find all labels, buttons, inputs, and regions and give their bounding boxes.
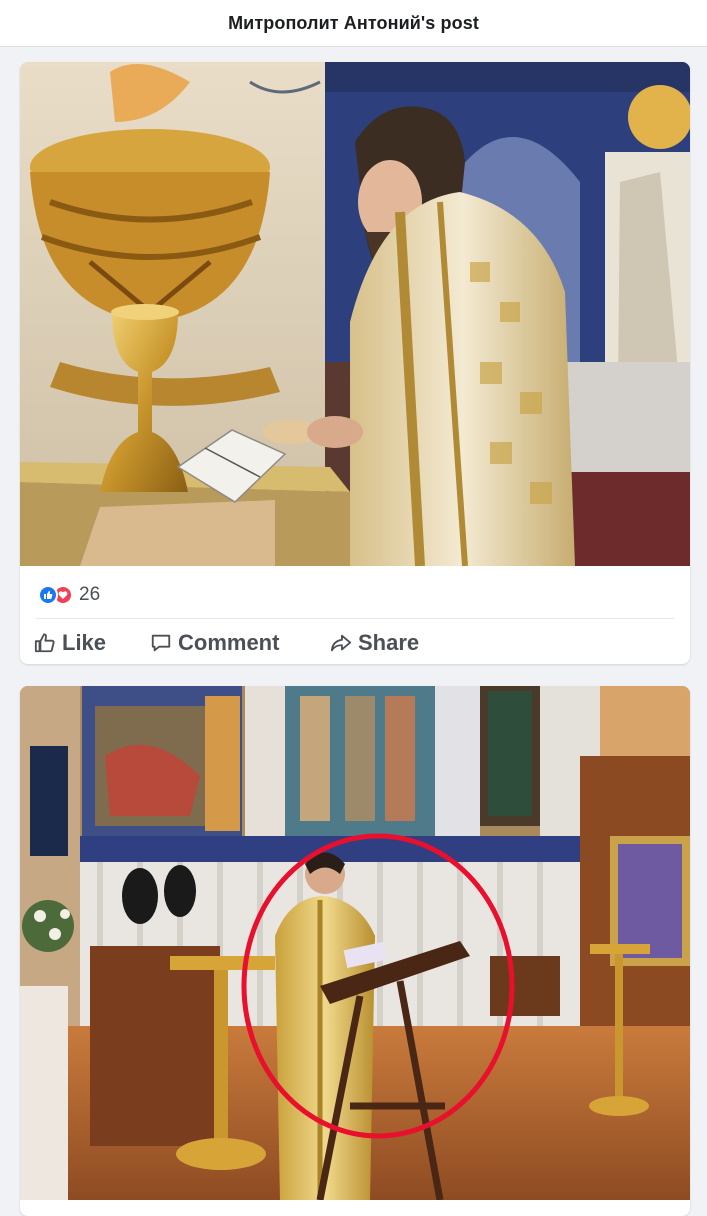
like-button[interactable]: Like	[34, 623, 106, 663]
share-label: Share	[358, 630, 420, 655]
post-photo[interactable]	[20, 62, 690, 566]
post-card: 26 Like Comment Share	[20, 62, 690, 664]
post-photo[interactable]	[20, 686, 690, 1200]
comment-label: Comment	[178, 630, 280, 655]
post-card	[20, 686, 690, 1216]
share-button[interactable]: Share	[330, 623, 419, 663]
reaction-count: 26	[79, 584, 101, 605]
page-title: Митрополит Антоний's post	[228, 12, 479, 33]
thumbs-up-icon	[34, 633, 55, 653]
reactions-summary[interactable]: 26	[38, 583, 100, 607]
comment-icon	[151, 634, 171, 652]
like-reaction-icon	[38, 585, 58, 605]
comment-button[interactable]: Comment	[150, 623, 279, 663]
like-label: Like	[62, 630, 107, 655]
share-icon	[330, 634, 352, 652]
top-bar: Митрополит Антоний's post	[0, 0, 707, 47]
divider	[36, 618, 674, 619]
post-actions: Like Comment Share	[20, 622, 690, 664]
